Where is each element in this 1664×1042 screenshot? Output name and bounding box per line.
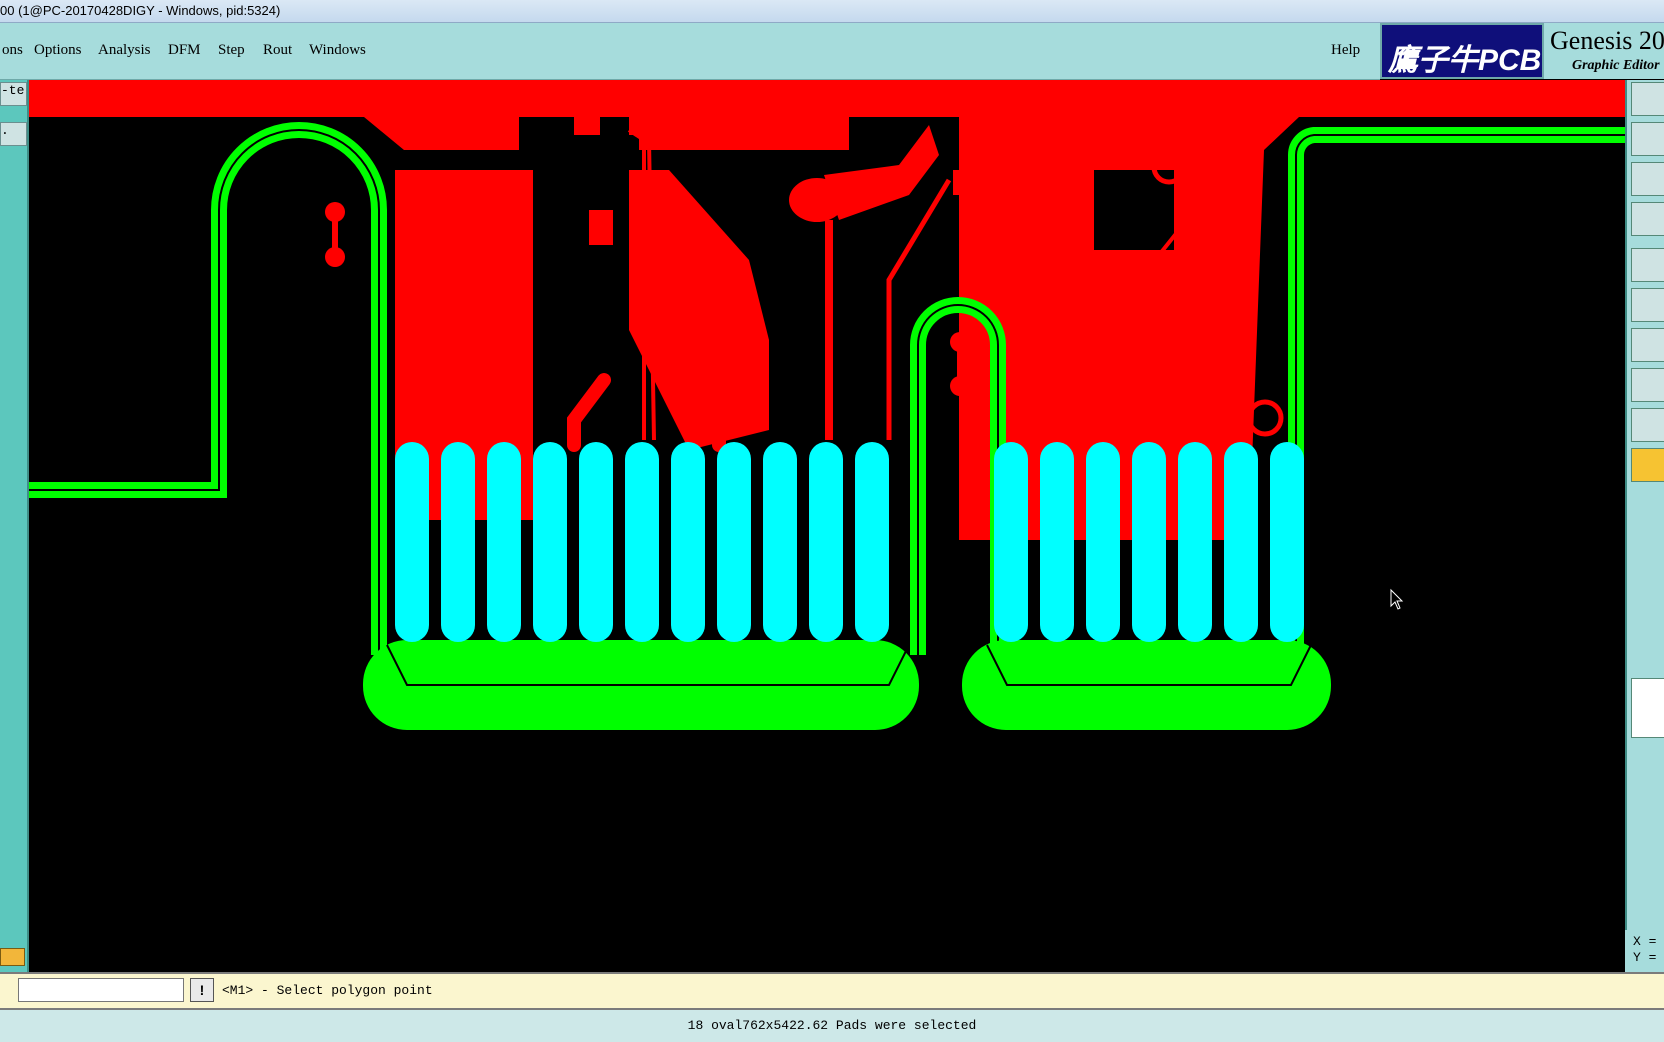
finger-pad [763,442,797,642]
window-title: 00 (1@PC-20170428DIGY - Windows, pid:532… [0,3,281,18]
left-toolbar: -te . [0,80,29,972]
right-toolbar [1625,80,1664,972]
triangle-icon[interactable] [1631,408,1664,442]
menu-windows[interactable]: Windows [309,42,366,59]
measure-icon[interactable] [1631,202,1664,236]
finger-pad [441,442,475,642]
connect-icon[interactable] [1631,288,1664,322]
finger-pad [395,442,429,642]
product-header: Genesis 200 Graphic Editor [1544,23,1664,79]
select-icon[interactable] [1631,368,1664,402]
menu-actions[interactable]: ons [2,42,23,59]
finger-pad [1178,442,1212,642]
finger-pad [487,442,521,642]
menu-rout[interactable]: Rout [263,42,292,59]
finger-pad [1086,442,1120,642]
menu-bar: ons Options Analysis DFM Step Rout Windo… [0,23,1380,81]
coordinate-readout: X = Y = [1625,930,1664,972]
finger-pad [579,442,613,642]
menu-step[interactable]: Step [218,42,245,59]
fit-screen-icon[interactable] [1631,162,1664,196]
snap-icon[interactable] [1631,248,1664,282]
command-prompt: <M1> - Select polygon point [222,983,433,998]
angle-icon[interactable] [1631,328,1664,362]
finger-pad [1040,442,1074,642]
finger-pad [855,442,889,642]
menu-dfm[interactable]: DFM [168,42,201,59]
mouse-cursor-icon [1390,588,1404,610]
x-coord-label: X = [1633,934,1657,949]
logo-text: 鷹子牛PCB [1388,44,1542,77]
finger-bus-bars [363,640,1331,730]
zoom-back-icon[interactable] [1631,122,1664,156]
exclamation-icon[interactable]: ! [190,978,214,1002]
finger-pad [717,442,751,642]
pcb-canvas[interactable] [29,80,1625,972]
pcb-drawing [29,80,1625,730]
status-message: 18 oval762x5422.62 Pads were selected [687,1018,977,1033]
title-bar: 00 (1@PC-20170428DIGY - Windows, pid:532… [0,0,1664,23]
product-name: Genesis 200 [1550,26,1664,55]
layer-color-swatch[interactable] [0,948,25,966]
command-input[interactable] [18,978,184,1002]
finger-pad [994,442,1028,642]
menu-analysis[interactable]: Analysis [98,42,151,59]
menu-options[interactable]: Options [34,42,82,59]
product-subtitle: Graphic Editor [1572,58,1660,73]
finger-pad [625,442,659,642]
menu-help[interactable]: Help [1331,42,1360,59]
finger-pad [533,442,567,642]
layer-more-button[interactable]: . [0,122,27,146]
y-coord-label: Y = [1633,950,1657,965]
command-row: ! <M1> - Select polygon point [0,972,1664,1008]
preview-box [1631,678,1664,738]
status-bar: 18 oval762x5422.62 Pads were selected [0,1008,1664,1042]
finger-pad [1224,442,1258,642]
brand-logo: 鷹子牛PCB [1380,23,1544,79]
pointer-icon[interactable] [1631,448,1664,482]
home-icon[interactable] [1631,82,1664,116]
finger-pad [1270,442,1304,642]
finger-pad [1132,442,1166,642]
finger-pad [671,442,705,642]
finger-pad [809,442,843,642]
layer-tab-button[interactable]: -te [0,82,27,106]
